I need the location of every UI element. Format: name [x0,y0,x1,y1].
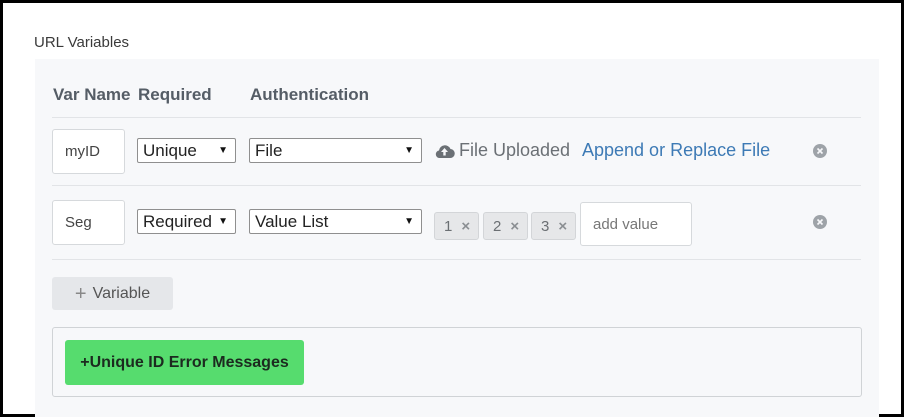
value-chip-label: 3 [541,217,550,235]
required-select-value: Required [143,211,212,231]
close-icon [816,147,824,155]
value-chip-label: 1 [444,217,453,235]
close-icon [816,218,824,226]
remove-row-button[interactable] [813,144,827,158]
authentication-select-value: Value List [255,211,329,231]
error-messages-container: +Unique ID Error Messages [52,327,862,397]
header-var-name: Var Name [53,85,131,104]
file-status: File Uploaded [434,140,570,161]
close-icon[interactable]: × [510,218,519,235]
section-title: URL Variables [34,34,130,51]
add-variable-label: Variable [92,284,151,302]
url-variables-panel: Var Name Required Authentication myID Un… [35,59,879,417]
close-icon[interactable]: × [558,218,567,235]
append-replace-file-link[interactable]: Append or Replace File [582,140,770,161]
window-frame: URL Variables Var Name Required Authenti… [0,0,904,417]
required-select[interactable]: Unique ▼ [137,138,236,163]
value-chip-label: 2 [493,217,502,235]
file-status-text: File Uploaded [459,140,571,160]
unique-id-error-messages-button[interactable]: +Unique ID Error Messages [65,340,304,385]
add-variable-button[interactable]: + Variable [52,277,173,310]
value-chip: 2 × [483,212,528,240]
var-name-input[interactable]: Seg [52,200,125,245]
header-authentication: Authentication [250,85,369,104]
cloud-upload-icon [435,144,455,158]
authentication-select[interactable]: File ▼ [249,138,422,163]
authentication-select[interactable]: Value List ▼ [249,209,422,234]
divider [52,117,861,118]
divider [52,259,861,260]
remove-row-button[interactable] [813,215,827,229]
add-value-input[interactable]: add value [580,202,692,246]
divider [52,185,861,186]
required-select-value: Unique [143,140,197,160]
plus-icon: + [74,282,87,305]
value-chip: 1 × [434,212,479,240]
value-chip: 3 × [531,212,576,240]
chevron-down-icon: ▼ [218,145,228,156]
header-required: Required [138,85,212,104]
authentication-select-value: File [255,140,283,160]
chevron-down-icon: ▼ [404,145,414,156]
close-icon[interactable]: × [461,218,470,235]
chevron-down-icon: ▼ [218,216,228,227]
required-select[interactable]: Required ▼ [137,209,236,234]
var-name-input[interactable]: myID [52,129,125,174]
chevron-down-icon: ▼ [404,216,414,227]
